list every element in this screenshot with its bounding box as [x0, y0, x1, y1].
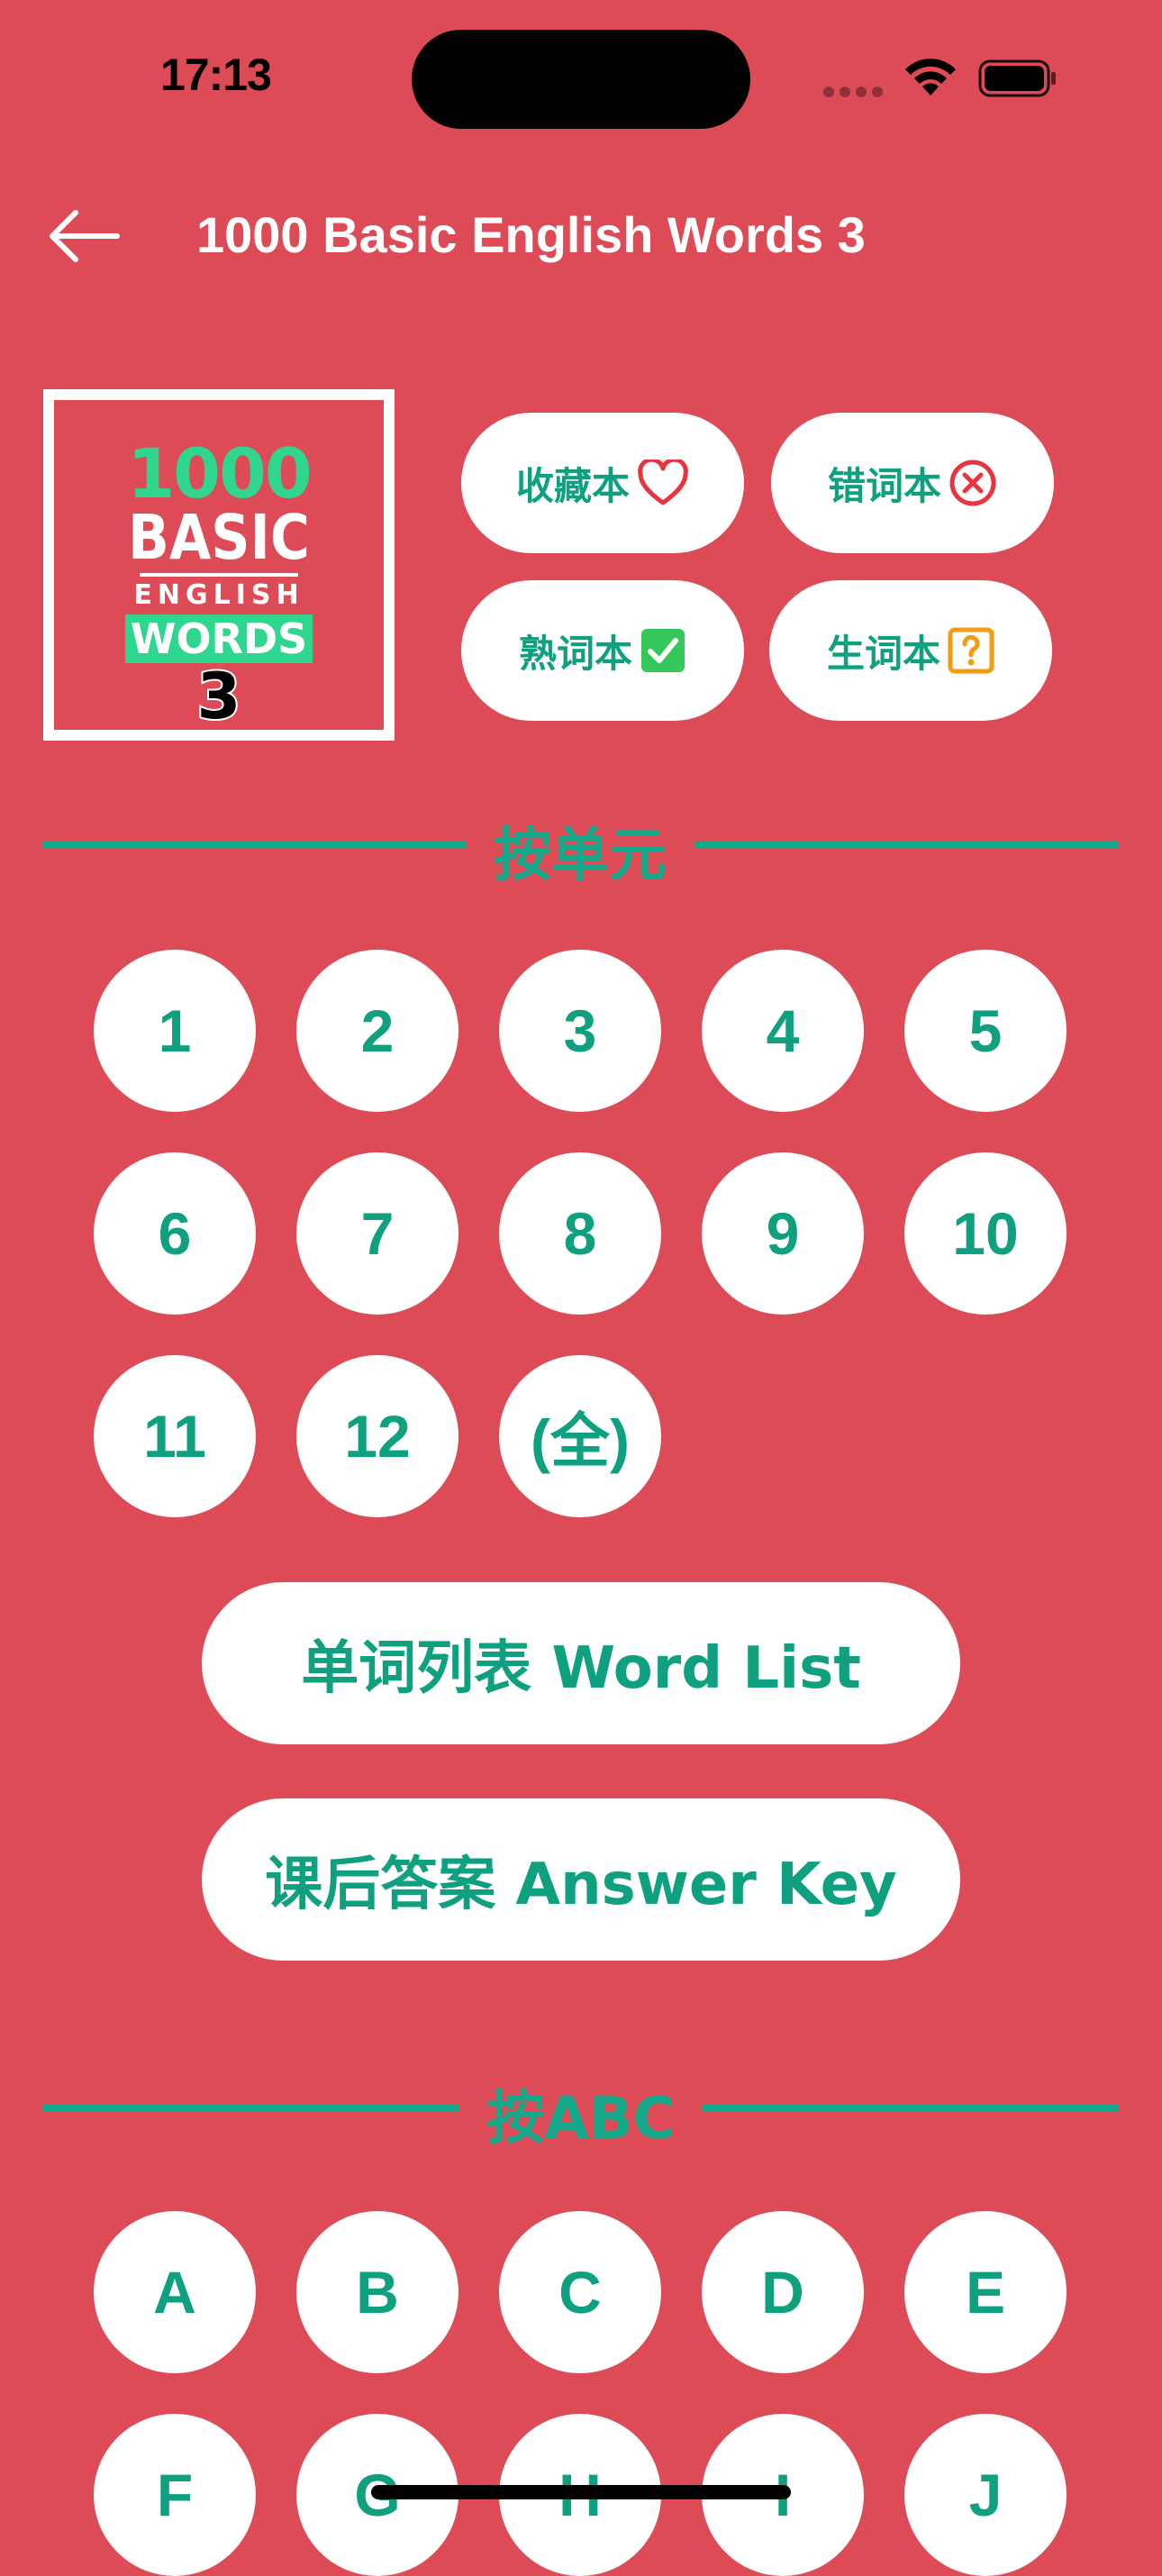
unit-button-all[interactable]: (全) — [499, 1355, 661, 1517]
status-time: 17:13 — [160, 50, 272, 100]
unit-button-12[interactable]: 12 — [296, 1355, 458, 1517]
section-title-by-abc: 按ABC — [486, 2086, 676, 2153]
unit-button-5[interactable]: 5 — [904, 950, 1067, 1112]
divider-left — [43, 842, 467, 848]
known-words-label: 熟词本 — [518, 631, 632, 676]
favorites-button[interactable]: 收藏本 — [461, 413, 744, 553]
dynamic-island — [412, 30, 750, 129]
unit-button-8[interactable]: 8 — [499, 1152, 661, 1315]
page-title: 1000 Basic English Words 3 — [196, 206, 866, 263]
unit-button-2[interactable]: 2 — [296, 950, 458, 1112]
unit-button-6[interactable]: 6 — [94, 1152, 256, 1315]
heart-icon — [637, 460, 689, 506]
unit-button-1[interactable]: 1 — [94, 950, 256, 1112]
arrow-left-icon[interactable] — [49, 209, 121, 263]
x-circle-icon — [949, 459, 997, 507]
letter-button-f[interactable]: F — [94, 2414, 256, 2576]
home-indicator[interactable] — [371, 2485, 791, 2499]
known-words-button[interactable]: 熟词本 — [461, 580, 744, 721]
wrong-words-label: 错词本 — [827, 463, 941, 508]
unit-button-7[interactable]: 7 — [296, 1152, 458, 1315]
question-box-icon — [948, 627, 994, 674]
letter-button-j[interactable]: J — [904, 2414, 1067, 2576]
cover-basic: BASIC — [128, 501, 310, 575]
wifi-icon — [905, 59, 956, 96]
cover-volume-number: 3 — [195, 660, 243, 733]
divider-right-abc — [703, 2105, 1119, 2111]
unit-button-4[interactable]: 4 — [702, 950, 864, 1112]
section-title-by-unit: 按单元 — [494, 823, 667, 889]
divider-left-abc — [43, 2105, 459, 2111]
letter-button-c[interactable]: C — [499, 2211, 661, 2373]
unit-button-11[interactable]: 11 — [94, 1355, 256, 1517]
letter-button-b[interactable]: B — [296, 2211, 458, 2373]
unit-button-10[interactable]: 10 — [904, 1152, 1067, 1315]
letter-button-a[interactable]: A — [94, 2211, 256, 2373]
word-list-button[interactable]: 单词列表 Word List — [202, 1582, 960, 1744]
favorites-label: 收藏本 — [515, 463, 630, 508]
cover-words: WORDS — [124, 614, 313, 663]
cellular-signal-icon — [823, 86, 885, 97]
wrong-words-button[interactable]: 错词本 — [771, 413, 1054, 553]
cover-english: ENGLISH — [133, 579, 304, 611]
answer-key-button[interactable]: 课后答案 Answer Key — [202, 1798, 960, 1961]
letter-button-e[interactable]: E — [904, 2211, 1067, 2373]
letter-button-d[interactable]: D — [702, 2211, 864, 2373]
unit-button-3[interactable]: 3 — [499, 950, 661, 1112]
cover-1000: 1000 — [127, 433, 313, 514]
new-words-button[interactable]: 生词本 — [769, 580, 1052, 721]
unit-button-9[interactable]: 9 — [702, 1152, 864, 1315]
checkmark-box-icon — [640, 627, 686, 674]
battery-icon — [978, 59, 1056, 97]
new-words-label: 生词本 — [826, 631, 940, 676]
divider-right — [695, 842, 1119, 848]
book-cover: 1000 BASIC ENGLISH WORDS 3 — [43, 389, 395, 741]
